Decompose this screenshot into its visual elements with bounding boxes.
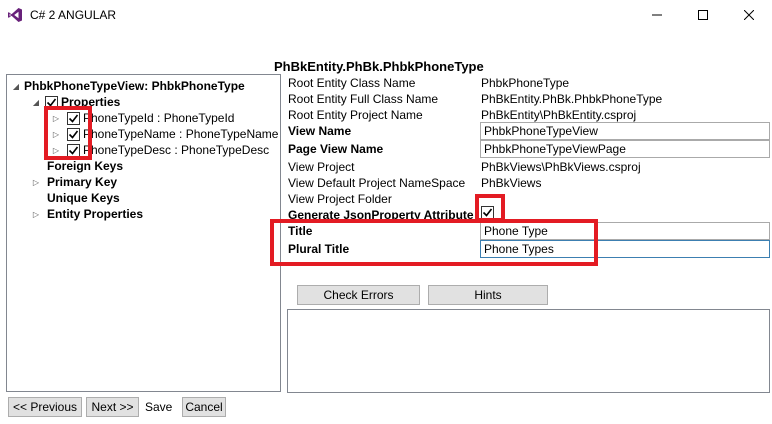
tree-item-properties[interactable]: ◢ Properties	[31, 94, 120, 110]
title-bar: C# 2 ANGULAR	[0, 0, 772, 30]
errors-output-box[interactable]	[287, 309, 770, 393]
expanded-arrow-icon[interactable]: ◢	[11, 78, 21, 94]
generate-json-property-checkbox[interactable]	[481, 206, 494, 219]
previous-button[interactable]: << Previous	[8, 397, 82, 417]
tree-unique-keys-label: Unique Keys	[47, 191, 120, 205]
title-label: Title	[288, 224, 313, 238]
tree-item-property[interactable]: ▷ PhoneTypeDesc : PhoneTypeDesc	[51, 142, 269, 158]
tree-item-unique-keys[interactable]: Unique Keys	[47, 190, 120, 206]
check-errors-button[interactable]: Check Errors	[297, 285, 420, 305]
collapsed-arrow-icon[interactable]: ▷	[31, 206, 41, 222]
collapsed-arrow-icon[interactable]: ▷	[51, 142, 61, 158]
tree-properties-label: Properties	[61, 95, 121, 109]
plural-title-label: Plural Title	[288, 242, 350, 256]
property-checkbox[interactable]	[67, 143, 80, 157]
tree-item-foreign-keys[interactable]: Foreign Keys	[47, 158, 123, 174]
root-entity-full-class-name-label: Root Entity Full Class Name	[288, 92, 439, 106]
view-default-project-namespace-value: PhBkViews	[481, 176, 542, 190]
view-name-input[interactable]: PhbkPhoneTypeView	[480, 122, 770, 140]
visual-studio-icon	[7, 7, 23, 23]
property-checkbox[interactable]	[67, 127, 80, 141]
entity-header: PhBkEntity.PhBk.PhbkPhoneType	[274, 59, 484, 74]
tree-property-label: PhoneTypeDesc : PhoneTypeDesc	[83, 143, 270, 157]
expanded-arrow-icon[interactable]: ◢	[31, 94, 41, 110]
page-view-name-input[interactable]: PhbkPhoneTypeViewPage	[480, 140, 770, 158]
page-view-name-label: Page View Name	[288, 142, 384, 156]
view-default-project-namespace-label: View Default Project NameSpace	[288, 176, 466, 190]
collapsed-arrow-icon[interactable]: ▷	[31, 174, 41, 190]
collapsed-arrow-icon[interactable]: ▷	[51, 110, 61, 126]
minimize-button[interactable]	[634, 0, 680, 30]
tree-property-label: PhoneTypeId : PhoneTypeId	[83, 111, 235, 125]
hints-button[interactable]: Hints	[428, 285, 548, 305]
view-name-label: View Name	[288, 124, 352, 138]
view-project-value: PhBkViews\PhBkViews.csproj	[481, 160, 641, 174]
tree-item-primary-key[interactable]: ▷ Primary Key	[31, 174, 117, 190]
tree-item-property[interactable]: ▷ PhoneTypeName : PhoneTypeName	[51, 126, 279, 142]
title-input[interactable]: Phone Type	[480, 222, 770, 240]
tree-primary-key-label: Primary Key	[47, 175, 118, 189]
tree-foreign-keys-label: Foreign Keys	[47, 159, 124, 173]
tree-property-label: PhoneTypeName : PhoneTypeName	[83, 127, 279, 141]
tree-item-property[interactable]: ▷ PhoneTypeId : PhoneTypeId	[51, 110, 235, 126]
cancel-button[interactable]: Cancel	[182, 397, 226, 417]
root-entity-project-name-label: Root Entity Project Name	[288, 108, 423, 122]
view-project-label: View Project	[288, 160, 355, 174]
root-entity-class-name-value: PhbkPhoneType	[481, 76, 570, 90]
plural-title-input[interactable]: Phone Types	[480, 240, 770, 258]
entity-tree[interactable]: ◢ PhbkPhoneTypeView: PhbkPhoneType ◢ Pro…	[6, 74, 281, 392]
root-entity-project-name-value: PhBkEntity\PhBkEntity.csproj	[481, 108, 637, 122]
maximize-button[interactable]	[680, 0, 726, 30]
close-button[interactable]	[726, 0, 772, 30]
generate-json-property-label: Generate JsonProperty Attribute	[288, 208, 474, 222]
next-button[interactable]: Next >>	[86, 397, 139, 417]
view-project-folder-label: View Project Folder	[288, 192, 392, 206]
tree-root-label: PhbkPhoneTypeView: PhbkPhoneType	[24, 79, 245, 93]
window-title: C# 2 ANGULAR	[30, 8, 117, 22]
collapsed-arrow-icon[interactable]: ▷	[51, 126, 61, 142]
tree-item-root[interactable]: ◢ PhbkPhoneTypeView: PhbkPhoneType	[11, 78, 245, 94]
save-button[interactable]: Save	[145, 400, 172, 414]
property-checkbox[interactable]	[67, 111, 80, 125]
root-entity-full-class-name-value: PhBkEntity.PhBk.PhbkPhoneType	[481, 92, 663, 106]
root-entity-class-name-label: Root Entity Class Name	[288, 76, 416, 90]
tree-entity-properties-label: Entity Properties	[47, 207, 144, 221]
tree-item-entity-properties[interactable]: ▷ Entity Properties	[31, 206, 143, 222]
properties-checkbox[interactable]	[45, 95, 58, 109]
